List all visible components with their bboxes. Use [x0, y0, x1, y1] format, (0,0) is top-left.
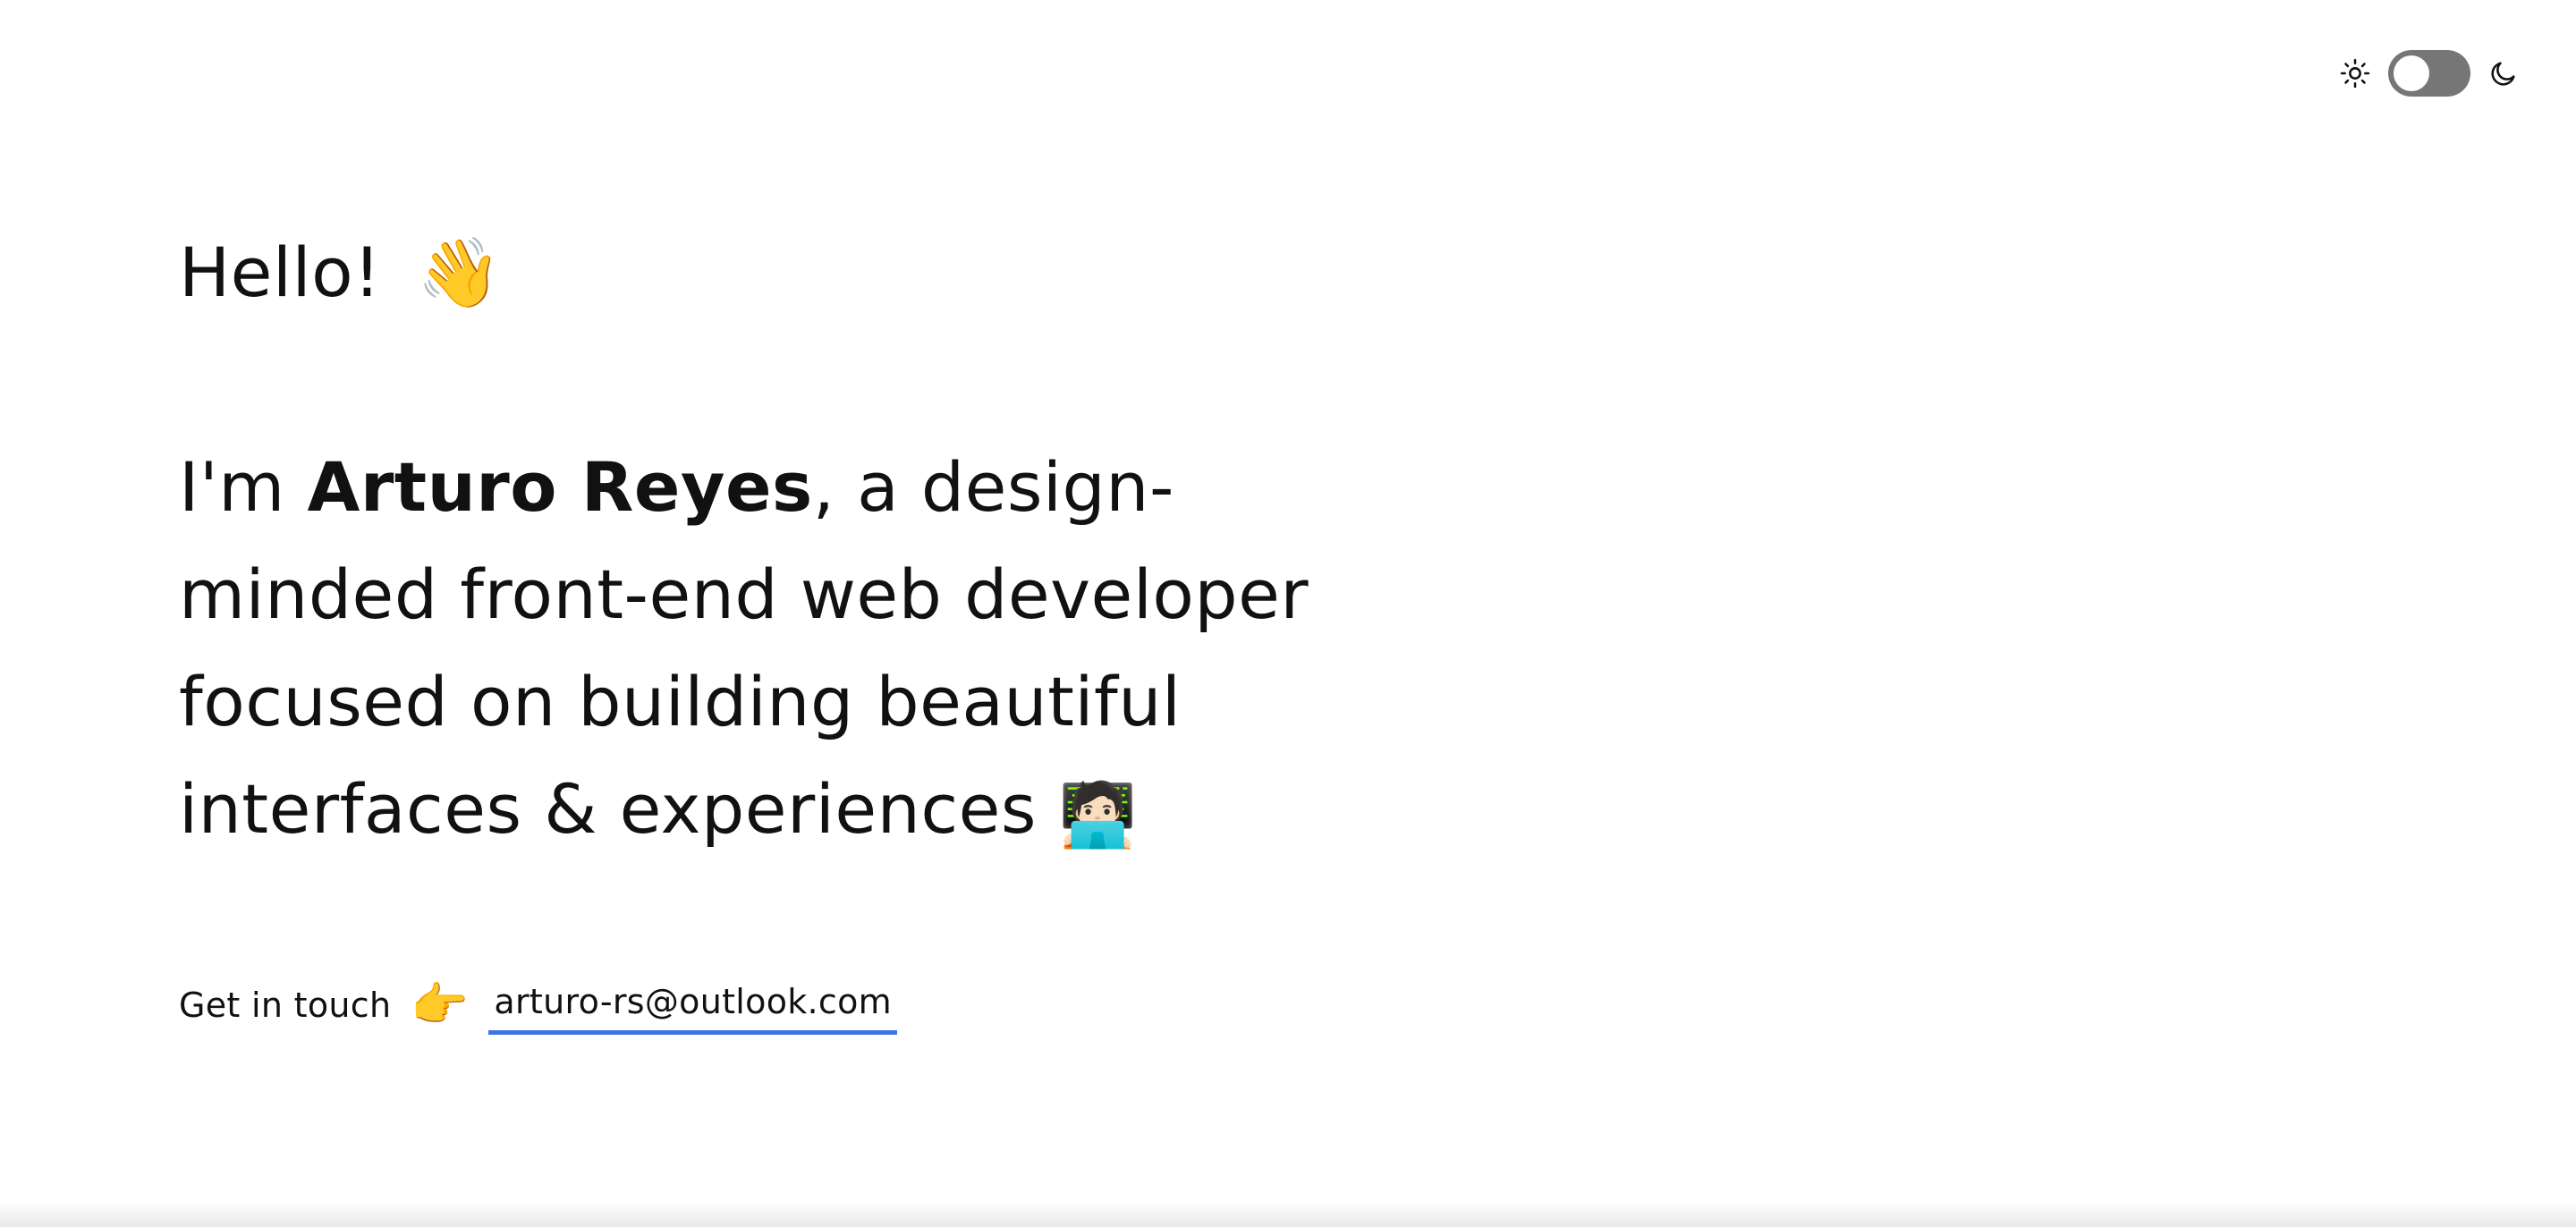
greeting-text: Hello! [179, 233, 382, 312]
contact-label: Get in touch [179, 985, 392, 1025]
sun-icon [2340, 58, 2370, 89]
theme-switch-knob [2394, 55, 2429, 91]
technologist-icon: 🧑🏻‍💻 [1058, 778, 1138, 851]
theme-switch[interactable] [2388, 50, 2470, 97]
contact-row: Get in touch 👉 arturo-rs@outlook.com [179, 975, 1431, 1035]
email-link[interactable]: arturo-rs@outlook.com [488, 975, 897, 1035]
developer-name: Arturo Reyes [307, 447, 813, 527]
greeting: Hello! 👋 [179, 224, 1431, 322]
waving-hand-icon: 👋 [417, 233, 503, 312]
moon-icon [2488, 58, 2519, 89]
bottom-shadow [0, 1202, 2576, 1227]
main-content: Hello! 👋 I'm Arturo Reyes, a design-mind… [179, 224, 1431, 1035]
intro-paragraph: I'm Arturo Reyes, a design-minded front-… [179, 434, 1431, 863]
theme-toggle [2340, 48, 2519, 98]
intro-prefix: I'm [179, 447, 308, 527]
pointing-right-icon: 👉 [411, 977, 470, 1032]
